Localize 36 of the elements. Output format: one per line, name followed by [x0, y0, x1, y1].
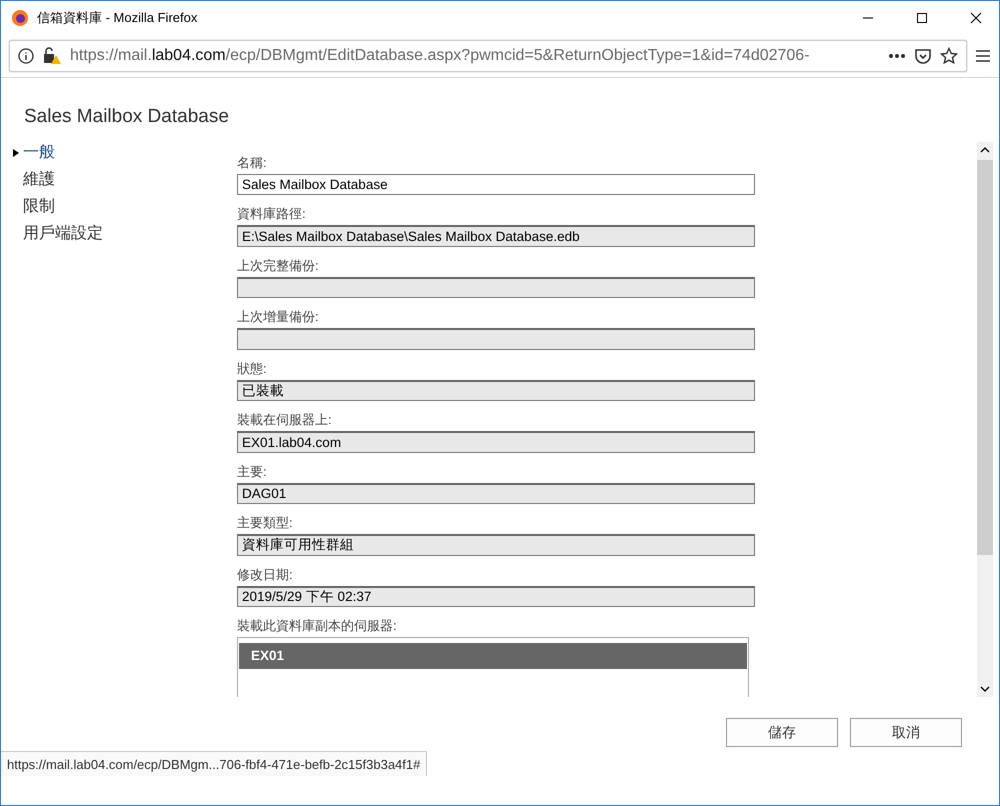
field-label: 裝載在伺服器上:: [237, 411, 333, 430]
scrollbar[interactable]: [977, 142, 993, 697]
more-icon[interactable]: [888, 53, 906, 59]
address-bar[interactable]: https://mail.lab04.com/ecp/DBMgmt/EditDatabase.aspx?pwmcid=5&ReturnObjectType=1&id=74d02706-: [9, 40, 967, 72]
info-icon[interactable]: [18, 48, 34, 64]
nav-item[interactable]: 限制: [13, 196, 103, 217]
field-label: 狀態:: [237, 360, 268, 378]
star-icon[interactable]: [940, 47, 958, 65]
dialog-button[interactable]: 儲存: [726, 718, 838, 747]
page-title: Sales Mailbox Database: [24, 106, 229, 128]
field-label: 主要類型:: [237, 514, 294, 532]
pocket-icon[interactable]: [914, 47, 932, 65]
nav-item[interactable]: 一般: [13, 142, 103, 163]
close-icon: [970, 12, 982, 24]
firefox-logo-icon: [11, 9, 29, 27]
dialog-button[interactable]: 取消: [850, 718, 962, 747]
menu-icon[interactable]: [975, 49, 991, 63]
field-label: 上次增量備份:: [237, 308, 320, 326]
lock-warning-icon[interactable]: [42, 47, 62, 65]
field-label: 主要:: [237, 462, 268, 481]
url-text: https://mail.lab04.com/ecp/DBMgmt/EditDatabase.aspx?pwmcid=5&ReturnObjectType=1&id=74d02706-: [70, 47, 811, 65]
window-title: 信箱資料庫 - Mozilla Firefox: [37, 9, 198, 27]
scrollbar-thumb[interactable]: [977, 160, 993, 555]
field-label: 上次完整備份:: [237, 256, 320, 275]
nav-item[interactable]: 維護: [13, 169, 103, 190]
field-label: 裝載此資料庫副本的伺服器:: [237, 616, 398, 635]
text-field[interactable]: Sales Mailbox Database: [237, 174, 755, 196]
field-label: 資料庫路徑:: [237, 205, 307, 224]
field-label: 名稱:: [237, 154, 268, 172]
server-list-item[interactable]: EX01: [239, 642, 747, 669]
server-list[interactable]: EX01: [237, 636, 749, 697]
field-label: 修改日期:: [237, 566, 294, 584]
nav-item[interactable]: 用戶端設定: [13, 223, 103, 244]
maximize-icon: [916, 12, 928, 24]
status-url: https://mail.lab04.com/ecp/DBMgm...706-fbf4-471e-befb-2c15f3b3a4f1#: [1, 751, 428, 776]
caret-icon: [13, 148, 19, 156]
